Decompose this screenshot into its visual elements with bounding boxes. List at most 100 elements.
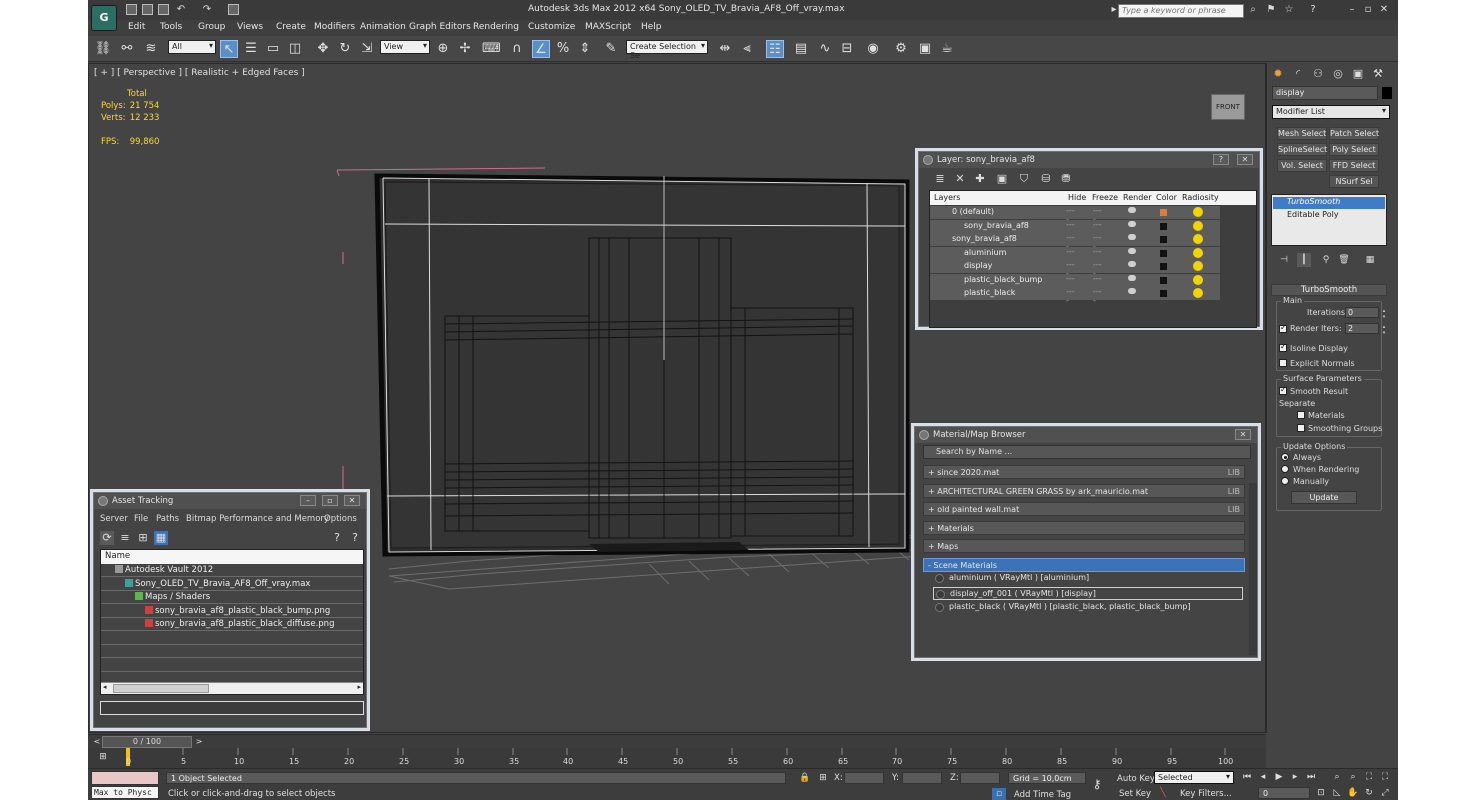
save-file-icon[interactable] [158, 4, 169, 15]
time-config-icon[interactable]: ⊡ [1314, 787, 1328, 799]
refresh-icon[interactable]: ⟳ [100, 531, 114, 545]
menu-maxscript[interactable]: MAXScript [585, 22, 631, 32]
at-help-icon[interactable]: ? [330, 531, 344, 545]
pivot-center-icon[interactable]: ⊕ [434, 40, 452, 58]
asset-row[interactable]: Autodesk Vault 2012 [101, 564, 363, 577]
undo-icon[interactable]: ↶ [176, 5, 186, 15]
maximize-button[interactable]: ▫ [1360, 3, 1376, 17]
spline-select-button[interactable]: SplineSelect [1277, 143, 1327, 156]
open-file-icon[interactable] [142, 4, 153, 15]
asset-tracking-titlebar[interactable]: Asset Tracking – ▫ ✕ [94, 493, 366, 509]
remove-modifier-icon[interactable]: 🗑 [1337, 253, 1351, 267]
select-objects-in-layer-icon[interactable]: ▣ [995, 172, 1009, 186]
time-tag-icon[interactable]: ▫ [992, 788, 1006, 800]
menu-edit[interactable]: Edit [128, 22, 145, 32]
menu-create[interactable]: Create [276, 22, 306, 32]
layer-color-swatch[interactable] [1160, 276, 1167, 284]
modifier-list-dropdown[interactable]: Modifier List [1272, 105, 1390, 119]
layer-dialog-help-button[interactable]: ? [1213, 154, 1229, 165]
turbosmooth-rollout[interactable]: TurboSmooth [1271, 284, 1387, 296]
material-browser-scrollbar[interactable] [1249, 483, 1257, 655]
material-library-row[interactable]: + Materials [923, 520, 1245, 535]
window-crossing-icon[interactable]: ◫ [286, 40, 304, 58]
scene-material-item[interactable]: aluminium ( VRayMtl ) [aluminium] [933, 572, 1243, 585]
zoom-icon[interactable]: ⌕ [1330, 771, 1344, 783]
asset-row[interactable]: Maps / Shaders [101, 591, 363, 604]
add-time-tag[interactable]: Add Time Tag [1014, 790, 1071, 800]
maxscript-input[interactable]: Max to Physc [91, 786, 159, 799]
update-button[interactable]: Update [1291, 491, 1357, 504]
render-teapot-icon[interactable] [1128, 288, 1136, 294]
spinner-snap-icon[interactable]: ⇕ [576, 40, 594, 58]
smoothing-groups-checkbox[interactable] [1297, 424, 1305, 432]
asset-row[interactable]: sony_bravia_af8_plastic_black_bump.png [101, 605, 363, 618]
layer-color-swatch[interactable] [1160, 290, 1167, 297]
asset-row[interactable] [101, 659, 363, 672]
scale-icon[interactable]: ⇲ [358, 40, 376, 58]
rotate-icon[interactable]: ↻ [336, 40, 354, 58]
radiosity-bulb-icon[interactable] [1193, 247, 1203, 258]
current-frame-field[interactable]: 0 [1258, 787, 1310, 799]
schematic-view-icon[interactable]: ⊟ [838, 40, 856, 58]
keyword-search-input[interactable]: Type a keyword or phrase [1118, 4, 1244, 18]
add-to-layer-icon[interactable]: ✚ [973, 172, 987, 186]
object-name-field[interactable]: display [1272, 86, 1378, 100]
x-coord-field[interactable] [844, 772, 884, 784]
render-teapot-icon[interactable] [1128, 220, 1136, 227]
selection-lock-icon[interactable]: 🔒 [798, 772, 812, 784]
column-hide[interactable]: Hide [1068, 193, 1086, 202]
previous-frame-icon[interactable]: ◂ [1256, 771, 1270, 783]
column-render[interactable]: Render [1123, 193, 1151, 202]
at-menu-bitmap-performance[interactable]: Bitmap Performance and Memory [186, 514, 329, 524]
object-color-swatch[interactable] [1382, 87, 1392, 99]
material-search-input[interactable]: Search by Name ... [923, 445, 1251, 459]
menu-animation[interactable]: Animation [360, 22, 406, 32]
nsurf-sel-button[interactable]: NSurf Sel [1329, 175, 1379, 188]
link-icon[interactable]: ⛓ [94, 40, 112, 58]
make-unique-icon[interactable]: ⚲ [1319, 253, 1333, 267]
hide-all-layers-icon[interactable]: ⛁ [1039, 172, 1053, 186]
time-slider-thumb[interactable]: 0 / 100 [102, 736, 192, 748]
column-color[interactable]: Color [1156, 193, 1177, 202]
menu-customize[interactable]: Customize [528, 22, 575, 32]
redo-icon[interactable]: ↷ [202, 5, 212, 15]
rendered-frame-icon[interactable]: ▣ [916, 40, 934, 58]
column-radiosity[interactable]: Radiosity [1182, 193, 1219, 202]
orbit-icon[interactable]: ↻ [1362, 787, 1376, 799]
play-icon[interactable]: ▶ [1272, 771, 1286, 783]
layer-row[interactable]: 0 (default)-------- [930, 206, 1220, 224]
material-library-row[interactable]: + Maps [923, 539, 1245, 553]
at-status-icon[interactable]: ? [348, 531, 362, 545]
material-library-row[interactable]: + old painted wall.mat LIB [923, 502, 1245, 516]
key-filter-pen-icon[interactable]: ╲ [1156, 787, 1170, 799]
pin-stack-icon[interactable]: ⊣ [1277, 253, 1291, 267]
freeze-all-layers-icon[interactable]: ⛃ [1059, 172, 1073, 186]
render-teapot-icon[interactable] [1128, 207, 1136, 213]
scene-material-item[interactable]: display_off_001 ( VRayMtl ) [display] [933, 586, 1243, 600]
update-when-rendering-radio[interactable] [1281, 465, 1289, 473]
grid-view-icon[interactable]: ▦ [154, 531, 168, 545]
modify-tab-icon[interactable]: ◜ [1291, 67, 1305, 81]
set-key-mode-icon[interactable]: ⚷ [1090, 778, 1104, 790]
render-iters-spinner[interactable]: 2 [1345, 323, 1387, 336]
radiosity-bulb-icon[interactable] [1193, 234, 1203, 244]
material-browser-titlebar[interactable]: Material/Map Browser ✕ [915, 427, 1257, 443]
bind-space-warp-icon[interactable]: ≋ [142, 40, 160, 58]
motion-tab-icon[interactable]: ◎ [1331, 67, 1345, 81]
zoom-extents-all-icon[interactable]: ⛶ [1378, 771, 1392, 783]
communication-center-icon[interactable]: ⚑ [1266, 5, 1276, 15]
render-teapot-icon[interactable] [1128, 234, 1136, 240]
rectangular-region-icon[interactable]: ▭ [264, 40, 282, 58]
layer-toggle-dash[interactable]: ---- [1093, 287, 1103, 305]
mirror-icon[interactable]: ⇹ [716, 40, 734, 58]
at-menu-server[interactable]: Server [100, 514, 128, 524]
hierarchy-tab-icon[interactable]: ⚇ [1311, 67, 1325, 81]
layer-row[interactable]: plastic_black_bump-------- [930, 273, 1220, 292]
at-menu-file[interactable]: File [134, 514, 148, 524]
render-teapot-icon[interactable] [1128, 274, 1136, 281]
next-frame-icon[interactable]: ▸ [1288, 771, 1302, 783]
edit-named-selection-icon[interactable]: ✎ [602, 40, 620, 58]
asset-row[interactable] [101, 632, 363, 645]
graphite-ribbon-icon[interactable]: ▤ [792, 40, 810, 58]
create-tab-icon[interactable]: ✹ [1271, 67, 1285, 81]
